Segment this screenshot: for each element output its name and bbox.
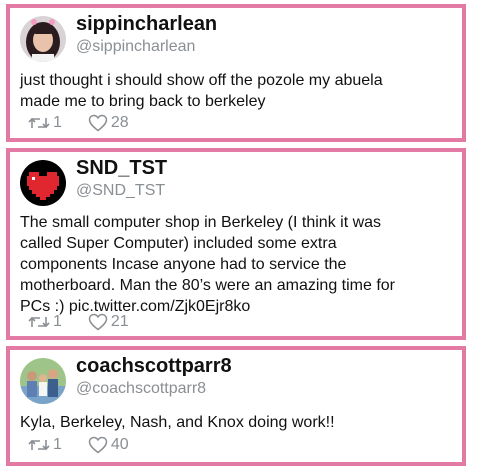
tweet-actions: 1 28	[28, 114, 155, 132]
retweet-icon	[28, 117, 50, 129]
user-avatar[interactable]	[20, 16, 66, 62]
tweet-text: The small computer shop in Berkeley (I t…	[20, 214, 396, 315]
tweet-card[interactable]: sippincharlean @sippincharlean just thou…	[6, 4, 466, 142]
like-button[interactable]: 40	[88, 436, 129, 454]
user-avatar[interactable]	[20, 358, 66, 404]
tweet-text: just thought i should show off the pozol…	[20, 72, 383, 110]
like-count: 21	[110, 313, 129, 330]
tweet-text: Kyla, Berkeley, Nash, and Knox doing wor…	[20, 414, 335, 431]
retweet-button[interactable]: 1	[28, 436, 62, 454]
heart-icon	[88, 114, 108, 132]
tweet-card[interactable]: SND_TST @SND_TST The small computer shop…	[6, 148, 466, 340]
retweet-icon	[28, 316, 50, 328]
tweet-actions: 1 21	[28, 313, 155, 331]
user-photo-avatar-icon	[20, 16, 66, 62]
user-handle[interactable]: @sippincharlean	[76, 38, 195, 56]
retweet-icon	[28, 439, 50, 451]
display-name[interactable]: SND_TST	[76, 157, 167, 180]
tweet-actions: 1 40	[28, 436, 155, 454]
user-handle[interactable]: @coachscottparr8	[76, 380, 206, 398]
retweet-count: 1	[53, 436, 62, 453]
group-photo-avatar-icon	[20, 358, 66, 404]
tweet-card[interactable]: coachscottparr8 @coachscottparr8 Kyla, B…	[6, 346, 466, 466]
display-name[interactable]: coachscottparr8	[76, 355, 232, 378]
retweet-button[interactable]: 1	[28, 313, 62, 331]
like-count: 28	[110, 114, 129, 131]
retweet-count: 1	[53, 114, 62, 131]
display-name[interactable]: sippincharlean	[76, 13, 217, 36]
retweet-count: 1	[53, 313, 62, 330]
like-button[interactable]: 28	[88, 114, 129, 132]
heart-icon	[88, 436, 108, 454]
pixel-heart-avatar-icon	[20, 160, 66, 206]
like-count: 40	[110, 436, 129, 453]
heart-icon	[88, 313, 108, 331]
user-avatar[interactable]	[20, 160, 66, 206]
like-button[interactable]: 21	[88, 313, 129, 331]
retweet-button[interactable]: 1	[28, 114, 62, 132]
user-handle[interactable]: @SND_TST	[76, 182, 165, 200]
